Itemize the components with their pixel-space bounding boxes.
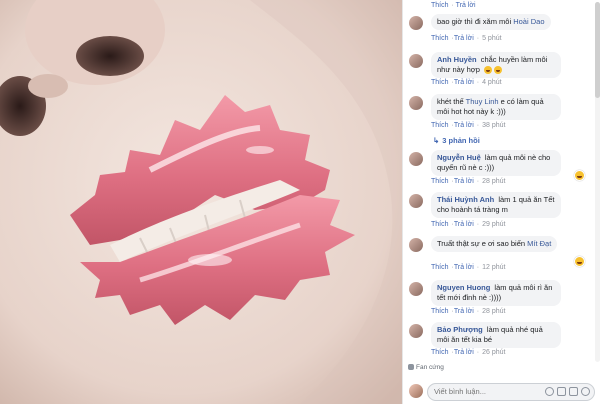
comment-meta: Thích ·Trả lời · 28 phút xyxy=(431,308,506,315)
post-photo[interactable] xyxy=(0,0,402,404)
laugh-emoji-icon xyxy=(483,66,492,75)
comment-item: Bảo Phượng làm quả nhé quả môi ăn tết ki… xyxy=(409,322,591,352)
commenter-name[interactable]: Anh Huyền xyxy=(437,55,477,64)
mention-tag[interactable]: Hoài Dao xyxy=(513,17,544,26)
comment-bubble: Truất thật sự e ơi sao biến Mít Đạt xyxy=(431,236,558,252)
commenter-name[interactable]: Nguyễn Huệ xyxy=(437,153,481,162)
comment-meta: Thích ·Trả lời · 28 phút xyxy=(431,178,506,185)
mention-tag[interactable]: Thuy Linh xyxy=(466,97,499,106)
comment-meta: Thích ·Trả lời · 4 phút xyxy=(431,79,502,86)
avatar[interactable] xyxy=(409,238,423,252)
scrollbar-thumb[interactable] xyxy=(595,2,600,98)
comment-composer: Fan cứng xyxy=(403,364,600,404)
composer-icons xyxy=(542,387,590,397)
comment-text: bao giờ thì đi xăm môi xyxy=(437,17,512,26)
like-link[interactable]: Thích xyxy=(431,178,449,185)
timestamp: 38 phút xyxy=(482,122,506,129)
fan-badge: Fan cứng xyxy=(408,364,444,371)
comment-meta: Thích ·Trả lời · 29 phút xyxy=(431,221,506,228)
reply-link[interactable]: Trả lời xyxy=(454,308,474,315)
comment-meta: Thích ·Trả lời · 12 phút xyxy=(431,264,506,271)
comment-meta-top: Thích · Trả lời xyxy=(431,2,476,9)
like-link[interactable]: Thích xyxy=(431,221,449,228)
laugh-emoji-icon xyxy=(493,66,502,75)
comment-item: khét thế Thuy Linh e có làm quả môi hot … xyxy=(409,94,591,124)
timestamp: 5 phút xyxy=(482,35,502,42)
reply-link[interactable]: Trả lời xyxy=(454,349,474,356)
reply-link[interactable]: Trả lời xyxy=(454,221,474,228)
gif-icon[interactable] xyxy=(569,387,578,396)
avatar[interactable] xyxy=(409,324,423,338)
sticker-icon[interactable] xyxy=(581,387,590,396)
comment-item: Thái Huỳnh Anh làm 1 quả ăn Tết cho hoàn… xyxy=(409,192,591,222)
comment-input[interactable] xyxy=(434,386,534,397)
haha-reaction-icon[interactable] xyxy=(574,170,585,181)
timestamp: 28 phút xyxy=(482,178,506,185)
like-link[interactable]: Thích xyxy=(431,79,449,86)
commenter-name[interactable]: Nguyen Huong xyxy=(437,283,490,292)
camera-icon[interactable] xyxy=(557,387,566,396)
avatar[interactable] xyxy=(409,96,423,110)
timestamp: 26 phút xyxy=(482,349,506,356)
reply-link[interactable]: Trả lời xyxy=(456,2,476,9)
reply-link[interactable]: Trả lời xyxy=(454,178,474,185)
avatar[interactable] xyxy=(409,16,423,30)
commenter-name[interactable]: Bảo Phượng xyxy=(437,325,483,334)
timestamp: 4 phút xyxy=(482,79,502,86)
reply-link[interactable]: Trả lời xyxy=(454,35,474,42)
like-link[interactable]: Thích xyxy=(431,264,449,271)
timestamp: 28 phút xyxy=(482,308,506,315)
avatar[interactable] xyxy=(409,152,423,166)
comment-bubble: Nguyễn Huệ làm quả môi nè cho quyến rũ n… xyxy=(431,150,561,176)
lips-photo xyxy=(0,0,402,404)
emoji-icon[interactable] xyxy=(545,387,554,396)
haha-reaction-icon[interactable] xyxy=(574,256,585,267)
comment-meta: Thích ·Trả lời · 26 phút xyxy=(431,349,506,356)
reply-link[interactable]: Trả lời xyxy=(454,264,474,271)
comment-item: Nguyễn Huệ làm quả môi nè cho quyến rũ n… xyxy=(409,150,591,181)
my-avatar[interactable] xyxy=(409,384,423,398)
reply-link[interactable]: Trả lời xyxy=(454,122,474,129)
comments-list[interactable]: Thích · Trả lời bao giờ thì đi xăm môi Ho… xyxy=(403,0,593,376)
like-link[interactable]: Thích xyxy=(431,2,449,9)
timestamp: 29 phút xyxy=(482,221,506,228)
comment-text: Truất thật sự e ơi sao biến xyxy=(437,239,526,248)
fan-badge-icon xyxy=(408,364,414,371)
view-replies-link[interactable]: ↳ 3 phản hồi xyxy=(433,136,480,145)
timestamp: 12 phút xyxy=(482,264,506,271)
avatar[interactable] xyxy=(409,282,423,296)
mention-tag[interactable]: Mít Đạt xyxy=(527,239,551,248)
commenter-name[interactable]: Thái Huỳnh Anh xyxy=(437,195,494,204)
comment-bubble: khét thế Thuy Linh e có làm quả môi hot … xyxy=(431,94,561,120)
replies-count: 3 phản hồi xyxy=(442,136,480,145)
avatar[interactable] xyxy=(409,54,423,68)
reply-link[interactable]: Trả lời xyxy=(454,79,474,86)
fan-label: Fan cứng xyxy=(416,364,444,371)
comment-item: Anh Huyền chắc huyền làm môi như này hợp xyxy=(409,52,591,82)
comment-bubble: Anh Huyền chắc huyền làm môi như này hợp xyxy=(431,52,561,78)
reply-arrow-icon: ↳ xyxy=(433,136,440,145)
comment-input-box[interactable] xyxy=(427,383,595,401)
like-link[interactable]: Thích xyxy=(431,35,449,42)
comment-meta: Thích ·Trả lời · 38 phút xyxy=(431,122,506,129)
comment-meta: Thích ·Trả lời · 5 phút xyxy=(431,35,502,42)
like-link[interactable]: Thích xyxy=(431,349,449,356)
like-link[interactable]: Thích xyxy=(431,122,449,129)
comments-panel: Thích · Trả lời bao giờ thì đi xăm môi Ho… xyxy=(402,0,600,404)
comment-bubble: bao giờ thì đi xăm môi Hoài Dao xyxy=(431,14,551,30)
comment-bubble: Bảo Phượng làm quả nhé quả môi ăn tết ki… xyxy=(431,322,561,348)
comment-bubble: Thái Huỳnh Anh làm 1 quả ăn Tết cho hoàn… xyxy=(431,192,561,218)
comment-item: bao giờ thì đi xăm môi Hoài Dao xyxy=(409,14,591,48)
comment-bubble: Nguyen Huong làm quả môi rì ăn tết mới đ… xyxy=(431,280,561,306)
comment-item: Truất thật sự e ơi sao biến Mít Đạt xyxy=(409,236,591,267)
comment-item: Nguyen Huong làm quả môi rì ăn tết mới đ… xyxy=(409,280,591,310)
avatar[interactable] xyxy=(409,194,423,208)
comment-text: khét thế xyxy=(437,97,464,106)
like-link[interactable]: Thích xyxy=(431,308,449,315)
